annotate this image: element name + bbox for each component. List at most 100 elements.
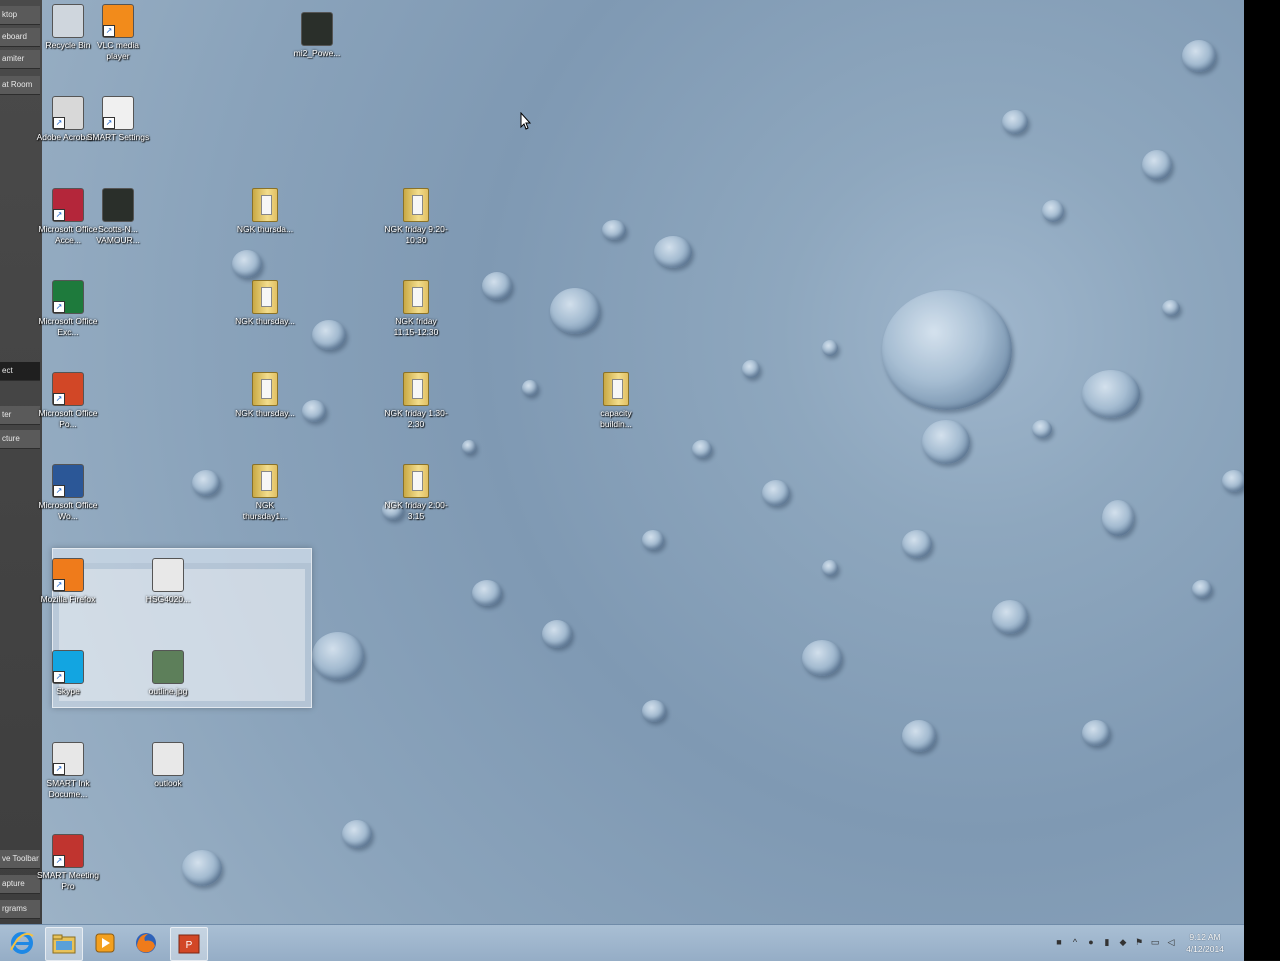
desktop-icon-label: Mozilla Firefox [40, 594, 96, 604]
smart-settings-icon: ↗ [102, 96, 134, 130]
water-drop [654, 236, 692, 268]
recycle-bin-icon [52, 4, 84, 38]
water-drop [542, 620, 572, 648]
desktop-icon-label: SMART Meeting Pro [36, 870, 100, 891]
system-clock[interactable]: 9:12 AM 4/12/2014 [1180, 931, 1230, 955]
taskbar-button-media-player[interactable] [87, 927, 123, 959]
shortcut-arrow-icon: ↗ [53, 763, 65, 775]
left-panel-item[interactable]: rgrams [0, 900, 40, 919]
smart-ink-icon: ↗ [52, 742, 84, 776]
water-drop [992, 600, 1028, 634]
tray-security-icon[interactable]: ◆ [1118, 937, 1128, 947]
water-drop [902, 720, 936, 752]
left-panel-item[interactable]: apture [0, 875, 40, 894]
desktop-wallpaper[interactable] [42, 0, 1244, 924]
desktop-icon[interactable]: ↗ Skype [36, 650, 100, 697]
folder-icon [248, 372, 282, 406]
desktop-icon-label: Skype [56, 686, 80, 696]
water-drop [1162, 300, 1180, 316]
mouse-cursor-icon [520, 112, 532, 130]
taskbar-button-powerpoint[interactable]: P [170, 927, 208, 961]
water-drop [342, 820, 372, 848]
folder-icon [399, 464, 433, 498]
left-panel-item[interactable]: ect [0, 362, 40, 381]
desktop-icon[interactable]: ↗ Microsoft Office Exc... [36, 280, 100, 338]
desktop-icon[interactable]: ↗ VLC media player [86, 4, 150, 62]
desktop-icon[interactable]: ↗ Microsoft Office Po... [36, 372, 100, 430]
left-panel-item[interactable]: amiter [0, 50, 40, 69]
desktop-icon-label: capacity buildin... [600, 408, 632, 429]
clock-date: 4/12/2014 [1186, 944, 1224, 954]
desktop-icon-label: mi2_Powe... [293, 48, 341, 58]
water-drop [602, 220, 626, 240]
tray-battery-icon[interactable]: ▮ [1102, 937, 1112, 947]
desktop-icon-label: NGK thursday... [235, 316, 295, 326]
desktop-icon[interactable]: NGK friday 2:00-3:15 [384, 464, 448, 522]
shortcut-arrow-icon: ↗ [103, 117, 115, 129]
left-panel-item[interactable]: cture [0, 430, 40, 449]
powerpoint-icon: ↗ [52, 372, 84, 406]
desktop-icon[interactable]: ↗ Mozilla Firefox [36, 558, 100, 605]
document-icon [152, 558, 184, 592]
desktop-icon[interactable]: outlook [136, 742, 200, 789]
tray-alert-icon[interactable]: ■ [1054, 937, 1064, 947]
desktop-icon[interactable]: NGK thursday1... [233, 464, 297, 522]
water-drop [522, 380, 538, 396]
desktop-icon[interactable]: ↗ Microsoft Office Wo... [36, 464, 100, 522]
media-player-icon [95, 933, 115, 953]
tray-volume-icon[interactable]: ◁ [1166, 937, 1176, 947]
taskbar-button-firefox[interactable] [128, 927, 164, 959]
svg-text:P: P [186, 940, 193, 951]
tray-flag-icon[interactable]: ⚑ [1134, 937, 1144, 947]
vlc-icon: ↗ [102, 4, 134, 38]
desktop-icon[interactable]: NGK friday 11:15-12:30 [384, 280, 448, 338]
water-drop [1102, 500, 1134, 536]
desktop-icon[interactable]: NGK thursday... [233, 372, 297, 419]
desktop-icon-label: NGK friday 9:20-10:30 [384, 224, 448, 245]
shortcut-arrow-icon: ↗ [53, 301, 65, 313]
ie-icon [10, 932, 34, 954]
left-panel-item[interactable]: ve Toolbar [0, 850, 40, 869]
left-panel-item[interactable]: ktop [0, 6, 40, 25]
desktop-icon-label: VLC media player [96, 40, 140, 61]
image-file-icon [152, 650, 184, 684]
water-drop [692, 440, 712, 458]
desktop-icon[interactable]: mi2_Powe... [285, 12, 349, 59]
water-drop [1192, 580, 1212, 598]
desktop-icon[interactable]: ↗ SMART Ink Docume... [36, 742, 100, 800]
tray-display-icon[interactable]: ▭ [1150, 937, 1160, 947]
water-drop [232, 250, 262, 278]
taskbar-button-internet-explorer[interactable] [4, 927, 40, 959]
desktop-icon[interactable]: HSG4020... [136, 558, 200, 605]
desktop-icon[interactable]: NGK friday 9:20-10:30 [384, 188, 448, 246]
water-drop [882, 290, 1012, 410]
firefox-icon [136, 933, 156, 953]
left-panel-item[interactable]: eboard [0, 28, 40, 47]
taskbar-button-file-explorer[interactable] [45, 927, 83, 961]
tray-chevron-icon[interactable]: ^ [1070, 937, 1080, 947]
shortcut-arrow-icon: ↗ [53, 209, 65, 221]
water-drop [1082, 720, 1110, 746]
desktop-icon-label: outline.jpg [148, 686, 188, 696]
water-drop [1082, 370, 1140, 418]
access-icon: ↗ [52, 188, 84, 222]
water-drop [1032, 420, 1052, 438]
desktop-icon[interactable]: Scotts-N... VAMOUR... [86, 188, 150, 246]
desktop-icon[interactable]: NGK thursda... [233, 188, 297, 235]
desktop-icon-label: NGK friday 1:30-2:30 [384, 408, 448, 429]
video-file-icon [301, 12, 333, 46]
folder-icon [248, 464, 282, 498]
desktop-icon[interactable]: outline.jpg [136, 650, 200, 697]
desktop-icon-label: Microsoft Office Wo... [38, 500, 98, 521]
left-panel-item[interactable]: ter [0, 406, 40, 425]
acrobat-icon: ↗ [52, 96, 84, 130]
desktop-icon[interactable]: NGK thursday... [233, 280, 297, 327]
desktop-icon[interactable]: NGK friday 1:30-2:30 [384, 372, 448, 430]
desktop-icon[interactable]: capacity buildin... [584, 372, 648, 430]
water-drop [482, 272, 512, 300]
desktop-icon[interactable]: ↗ SMART Settings [86, 96, 150, 143]
left-panel-item[interactable]: at Room [0, 76, 40, 95]
desktop-icon[interactable]: ↗ SMART Meeting Pro [36, 834, 100, 892]
tray-network-icon[interactable]: ● [1086, 937, 1096, 947]
water-drop [1002, 110, 1028, 134]
